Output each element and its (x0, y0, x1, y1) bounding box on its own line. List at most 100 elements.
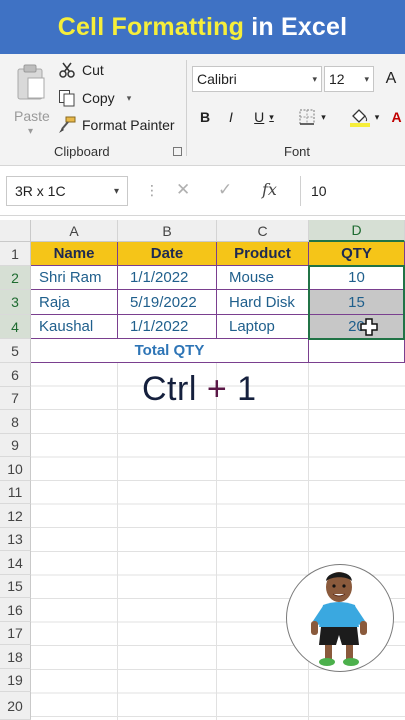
shortcut-key: 1 (227, 370, 257, 408)
paste-icon (17, 64, 45, 100)
table-header-cell[interactable]: Date (118, 242, 217, 266)
row-header[interactable]: 14 (0, 551, 31, 575)
table-cell-active[interactable]: 10 (309, 266, 405, 290)
table-cell-selected[interactable]: 20 (309, 315, 405, 339)
table-cell[interactable]: Hard Disk (217, 290, 309, 315)
table-cell[interactable]: 5/19/2022 (118, 290, 217, 315)
row-header[interactable]: 5 (0, 339, 31, 363)
total-label-cell[interactable]: Total QTY (31, 339, 309, 363)
title-banner: Cell Formatting in Excel (0, 0, 405, 54)
table-cell[interactable]: Raja (31, 290, 118, 315)
select-all-corner[interactable] (0, 220, 31, 242)
row-header[interactable]: 16 (0, 598, 31, 622)
row-header[interactable]: 3 (0, 290, 31, 315)
font-size-value: 12 (329, 71, 345, 87)
row-header[interactable]: 19 (0, 669, 31, 692)
row-header[interactable]: 2 (0, 266, 31, 290)
format-painter-button[interactable]: Format Painter (58, 113, 175, 137)
row-header[interactable]: 4 (0, 315, 31, 339)
copy-label: Copy (82, 90, 115, 106)
scissors-icon (58, 61, 76, 79)
column-header-a[interactable]: A (31, 220, 118, 242)
shortcut-caption: Ctrl + 1 (142, 370, 257, 409)
cut-label: Cut (82, 62, 104, 78)
row-header[interactable]: 8 (0, 410, 31, 434)
shortcut-plus: + (206, 370, 228, 408)
bold-label: B (199, 109, 211, 125)
table-cell[interactable]: Shri Ram (31, 266, 118, 290)
chevron-down-icon: ▾ (374, 111, 380, 122)
fill-bucket-icon (349, 109, 370, 127)
cut-button[interactable]: Cut (58, 58, 104, 82)
copy-icon (58, 89, 76, 107)
italic-button[interactable]: I (220, 104, 242, 130)
column-header-d[interactable]: D (309, 220, 405, 242)
presenter-avatar (286, 564, 394, 672)
row-header[interactable]: 9 (0, 434, 31, 457)
paste-label: Paste (14, 108, 50, 124)
clipboard-launcher-icon[interactable] (173, 147, 182, 156)
fill-color-button[interactable]: ▾ (344, 104, 384, 130)
row-header[interactable]: 18 (0, 645, 31, 669)
enter-icon[interactable]: ✓ (218, 180, 232, 200)
copy-dropdown-icon[interactable]: ▾ (127, 93, 132, 104)
row-header[interactable]: 11 (0, 481, 31, 504)
formula-input[interactable]: 10 (300, 176, 405, 206)
table-cell[interactable]: Mouse (217, 266, 309, 290)
row-header[interactable]: 7 (0, 387, 31, 410)
underline-label: U (254, 109, 265, 125)
ribbon: Paste ▾ Cut Copy ▾ Format Painter Clipbo… (0, 54, 405, 166)
font-group-label: Font (284, 144, 311, 159)
font-color-button[interactable]: A (388, 104, 405, 130)
row-header[interactable]: 10 (0, 457, 31, 481)
insert-function-button[interactable]: fx (262, 180, 277, 199)
column-header-c[interactable]: C (217, 220, 309, 242)
table-header-cell[interactable]: Product (217, 242, 309, 266)
chevron-down-icon: ▾ (364, 73, 369, 84)
table-cell[interactable]: 1/1/2022 (118, 266, 217, 290)
paintbrush-icon (58, 116, 76, 134)
borders-icon (299, 109, 315, 125)
increase-font-size-button[interactable]: A (380, 66, 402, 92)
font-name-value: Calibri (197, 71, 237, 87)
copy-button[interactable]: Copy ▾ (58, 86, 131, 110)
shortcut-main: Ctrl (142, 370, 207, 408)
chevron-down-icon: ▾ (113, 185, 119, 197)
total-value-cell[interactable] (309, 339, 405, 363)
font-size-select[interactable]: 12 ▾ (324, 66, 374, 92)
table-header-cell[interactable]: QTY (309, 242, 405, 266)
paste-dropdown-icon: ▾ (28, 126, 34, 137)
font-name-select[interactable]: Calibri ▾ (192, 66, 322, 92)
banner-title: Cell Formatting in Excel (58, 13, 348, 42)
table-cell[interactable]: Kaushal (31, 315, 118, 339)
font-color-icon: A (391, 109, 402, 125)
format-painter-label: Format Painter (82, 117, 175, 133)
name-box[interactable]: 3R x 1C ▾ (6, 176, 128, 206)
underline-button[interactable]: U ▾ (246, 104, 282, 130)
column-header-b[interactable]: B (118, 220, 217, 242)
row-header[interactable]: 6 (0, 363, 31, 387)
row-header[interactable]: 15 (0, 575, 31, 598)
chevron-down-icon: ▾ (269, 111, 274, 122)
bold-button[interactable]: B (194, 104, 216, 130)
table-cell-selected[interactable]: 15 (309, 290, 405, 315)
borders-button[interactable]: ▾ (294, 104, 330, 130)
row-header[interactable]: 12 (0, 504, 31, 528)
cell-cursor-icon (360, 318, 378, 336)
formula-bar-grip: ⋮ (145, 182, 159, 198)
row-header[interactable]: 17 (0, 622, 31, 645)
paste-button[interactable]: Paste ▾ (10, 62, 52, 142)
ribbon-group-divider (186, 60, 187, 156)
row-header[interactable]: 1 (0, 242, 31, 266)
banner-title-rest: in Excel (244, 12, 348, 41)
row-header[interactable]: 13 (0, 528, 31, 551)
row-header[interactable]: 20 (0, 692, 31, 720)
cancel-icon[interactable]: ✕ (176, 180, 190, 200)
name-box-value: 3R x 1C (15, 183, 66, 199)
cartoon-character-icon (311, 572, 367, 666)
table-cell[interactable]: 1/1/2022 (118, 315, 217, 339)
chevron-down-icon: ▾ (321, 111, 326, 122)
table-header-cell[interactable]: Name (31, 242, 118, 266)
increase-font-icon: A (385, 70, 397, 87)
table-cell[interactable]: Laptop (217, 315, 309, 339)
